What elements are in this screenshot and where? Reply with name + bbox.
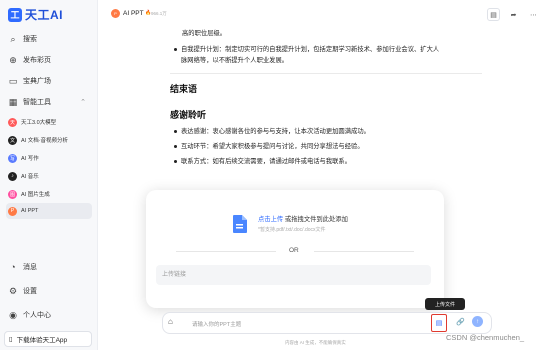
- nav-square[interactable]: ▭ 宝典广场: [4, 72, 92, 90]
- arrow-up-icon: ↑: [476, 318, 479, 325]
- doc-analysis-icon: 文: [8, 135, 17, 145]
- tool-label: AI 文档·音视频分析: [21, 138, 69, 144]
- divider-right: [314, 251, 414, 252]
- file-upload-icon[interactable]: [232, 214, 248, 234]
- nav-label: 设置: [23, 288, 37, 295]
- doc-line: 表达感谢：衷心感谢各位的参与与支持，让本次活动更加圆满成功。: [181, 128, 370, 135]
- nav-label: 智能工具: [23, 99, 51, 106]
- doc-line: 互动环节：希望大家积极参与提问与讨论，共同分享想法与经验。: [181, 143, 364, 150]
- grid-icon: ▦: [8, 96, 18, 107]
- heading-end: 结束语: [170, 84, 198, 94]
- share-icon[interactable]: ➦: [507, 8, 520, 21]
- tool-label: AI 图片生成: [21, 192, 50, 198]
- nav-label: 宝典广场: [23, 78, 51, 85]
- music-icon: ♪: [8, 171, 17, 181]
- link-icon[interactable]: 🔗: [456, 318, 465, 326]
- chevron-up-icon[interactable]: ⌃: [80, 98, 86, 106]
- upload-instruction[interactable]: 点击上传 或拖拽文件到此处添加: [258, 214, 348, 223]
- document-icon[interactable]: ▤: [487, 8, 500, 21]
- add-icon: ⊕: [9, 54, 17, 65]
- upload-file-button[interactable]: ▤: [431, 314, 447, 332]
- tool-label: AI PPT: [21, 208, 39, 214]
- upload-link-input[interactable]: [156, 265, 431, 285]
- model-icon: 天: [8, 117, 17, 127]
- watermark: CSDN @chenmuchen_: [446, 333, 525, 342]
- bell-icon: ◔: [10, 262, 16, 272]
- nav-settings[interactable]: ⚙ 设置: [4, 282, 92, 300]
- tool-ppt[interactable]: P AI PPT: [6, 203, 92, 219]
- more-icon[interactable]: ⋯: [527, 8, 540, 21]
- logo[interactable]: 工 天工AI: [8, 6, 63, 23]
- doc-line: 自我提升计划：制定切实可行的自我提升计划，包括定期学习新技术、参加行业会议、扩大…: [181, 46, 440, 53]
- doc-line: 脉网络等，以不断提升个人职业发展。: [181, 57, 289, 64]
- tool-label: AI 写作: [21, 156, 39, 162]
- bullet: [174, 145, 177, 148]
- tool-label: AI 音乐: [21, 174, 39, 180]
- gear-icon: ⚙: [8, 285, 18, 296]
- header-title: AI PPT: [123, 10, 144, 17]
- upload-popup[interactable]: 点击上传 或拖拽文件到此处添加 *暂支持.pdf/.txt/.doc/.docx…: [146, 190, 444, 308]
- user-icon: ◉: [9, 309, 17, 320]
- nav-label: 消息: [23, 264, 37, 271]
- bullet: [174, 130, 177, 133]
- click-upload-link[interactable]: 点击上传: [258, 216, 283, 223]
- heading-thanks: 感谢聆听: [170, 110, 207, 120]
- download-label: 下载体验天工App: [16, 337, 68, 344]
- tool-writing[interactable]: 写 AI 写作: [6, 150, 92, 166]
- upload-tooltip: 上传文件: [425, 298, 465, 310]
- tool-label: 天工3.0大模型: [21, 120, 57, 126]
- tool-skywork-model[interactable]: 天 天工3.0大模型: [6, 114, 92, 130]
- sidebar: 工 天工AI ⌕ 搜索 ⊕ 发布彩页 ▭ 宝典广场 ▦ 智能工具 ⌃ 天 天工3…: [0, 0, 98, 350]
- broom-icon[interactable]: ⌂: [168, 317, 173, 326]
- doc-line: 高的职位层级。: [182, 30, 227, 37]
- prompt-input[interactable]: 请输入你的PPT主题: [192, 320, 241, 328]
- nav-publish[interactable]: ⊕ 发布彩页: [4, 51, 92, 69]
- nav-search[interactable]: ⌕ 搜索: [4, 30, 92, 48]
- ai-disclaimer: 内容由 AI 生成，不能确保真实: [285, 340, 346, 345]
- nav-label: 搜索: [23, 36, 37, 43]
- bullet: [174, 160, 177, 163]
- ppt-icon: P: [8, 206, 17, 216]
- file-icon: ▤: [435, 320, 443, 327]
- writing-icon: 写: [8, 153, 17, 163]
- book-icon: ▭: [8, 75, 18, 86]
- tool-doc-analysis[interactable]: 文 AI 文档·音视频分析: [6, 132, 92, 148]
- bullet: [174, 48, 177, 51]
- download-app-button[interactable]: ▯ 下载体验天工App: [4, 331, 92, 347]
- nav-label: 个人中心: [23, 312, 51, 319]
- send-button[interactable]: ↑: [472, 316, 483, 327]
- tool-image[interactable]: 图 AI 图片生成: [6, 186, 92, 202]
- nav-label: 发布彩页: [23, 57, 51, 64]
- ppt-avatar-icon: P: [111, 9, 120, 18]
- or-separator: OR: [289, 247, 299, 254]
- nav-tools[interactable]: ▦ 智能工具 ⌃: [4, 93, 92, 111]
- phone-icon: ▯: [9, 336, 13, 343]
- divider: [170, 73, 482, 74]
- logo-mark-icon: 工: [8, 7, 22, 22]
- doc-line: 联系方式：如有后续交流需要，请通过邮件或电话与我联系。: [181, 158, 352, 165]
- divider-left: [176, 251, 276, 252]
- search-icon: ⌕: [10, 33, 16, 44]
- logo-text: 天工AI: [25, 8, 64, 22]
- drag-text: 或拖拽文件到此处添加: [283, 216, 348, 223]
- nav-profile[interactable]: ◉ 个人中心: [4, 306, 92, 324]
- image-icon: 图: [8, 189, 17, 199]
- nav-messages[interactable]: ◔ 消息: [4, 258, 92, 276]
- file-type-hint: *暂支持.pdf/.txt/.doc/.docx文件: [258, 227, 326, 233]
- tool-music[interactable]: ♪ AI 音乐: [6, 168, 92, 184]
- header: P AI PPT 🔥 966.1万 ▤ ➦ ⋯: [99, 0, 554, 30]
- usage-count: 966.1万: [151, 11, 167, 16]
